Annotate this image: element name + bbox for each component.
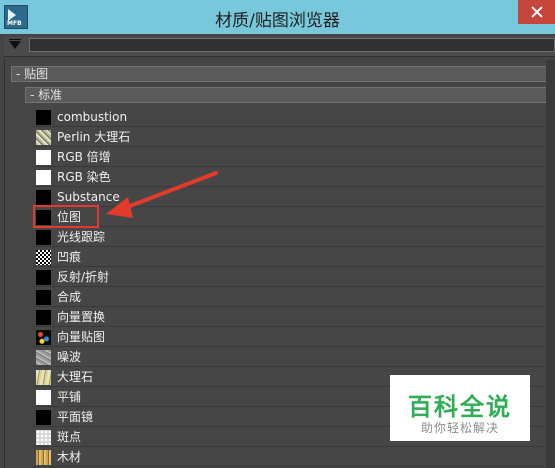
watermark: 百科全说 助你轻松解决 <box>390 375 530 441</box>
watermark-subtitle: 助你轻松解决 <box>420 421 499 435</box>
watermark-title: 百科全说 <box>408 393 512 421</box>
